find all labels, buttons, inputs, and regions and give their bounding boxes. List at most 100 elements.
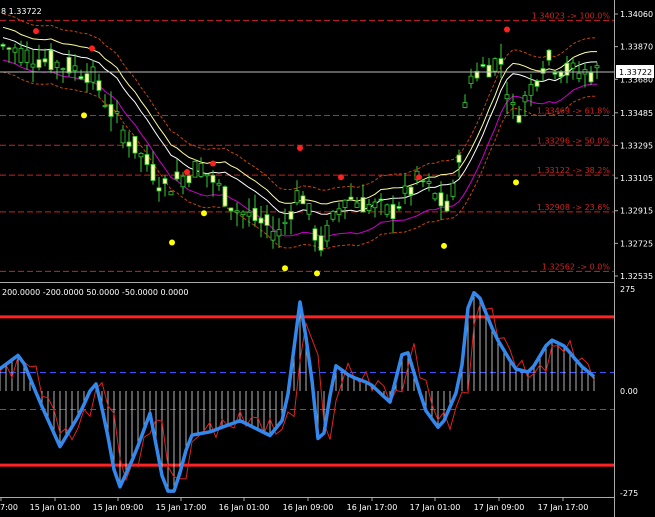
candle-body xyxy=(402,185,408,194)
candle-body xyxy=(138,152,144,158)
candle-body xyxy=(378,198,384,201)
fractal-down xyxy=(314,270,320,277)
fractal-down xyxy=(201,210,207,217)
candle-body xyxy=(516,114,522,123)
time-tick-label: 16 Jan 01:00 xyxy=(219,503,270,512)
candle-body xyxy=(522,95,528,103)
candle-body xyxy=(486,64,492,78)
price-tick-label: 1.33105 xyxy=(620,174,653,183)
fractal-up xyxy=(89,45,95,52)
candle-body xyxy=(276,229,282,237)
candle-body xyxy=(108,104,114,117)
candle-body xyxy=(396,206,402,209)
trading-chart[interactable]: 1.34023 -> 100.0% 1.33469 -> 61.8% 1.33296… xyxy=(0,0,655,517)
candle-body xyxy=(342,199,348,208)
candle-body xyxy=(144,154,150,165)
candle-body xyxy=(36,59,42,68)
candle-body xyxy=(372,201,378,209)
candle-body xyxy=(270,230,276,241)
time-tick-label: 15 Jan 09:00 xyxy=(93,503,144,512)
candle-body xyxy=(168,191,174,196)
price-tick-label: 1.33295 xyxy=(620,141,653,150)
candle-body xyxy=(576,72,582,79)
candle-body xyxy=(42,58,48,63)
time-tick-label: 15 Jan 17:00 xyxy=(156,503,207,512)
fractal-up xyxy=(210,160,216,167)
candle-body xyxy=(252,207,258,221)
candle-body xyxy=(528,84,534,96)
candle-body xyxy=(72,65,78,72)
fibo-label: 1.33469 -> 61.8% xyxy=(537,107,611,116)
candle-body xyxy=(288,211,294,220)
candle-body xyxy=(306,203,312,215)
candle-body xyxy=(246,211,252,217)
candle-body xyxy=(132,136,138,154)
indicator-tick-label: -275 xyxy=(620,489,638,498)
candle-body xyxy=(120,129,126,144)
candle-body xyxy=(534,80,540,87)
candle-body xyxy=(336,208,342,215)
price-tick-label: 1.32535 xyxy=(620,272,653,281)
candle-body xyxy=(162,178,168,185)
candle-body xyxy=(210,174,216,183)
candle-body xyxy=(594,65,600,69)
candle-body xyxy=(240,211,246,216)
candle-body xyxy=(456,154,462,163)
candle-body xyxy=(150,164,156,181)
candle-body xyxy=(0,44,6,47)
time-tick-label: 16 Jan 17:00 xyxy=(347,503,398,512)
candle-body xyxy=(492,58,498,72)
candle-body xyxy=(408,186,414,196)
fractal-down xyxy=(81,112,87,119)
candle-body xyxy=(366,203,372,211)
candle-body xyxy=(258,217,264,224)
candle-body xyxy=(294,190,300,204)
candle-body xyxy=(564,62,570,76)
fractal-up xyxy=(184,169,190,176)
indicator-title: 200.0000 -200.0000 50.0000 -50.0000 0.00… xyxy=(2,288,188,297)
candle-body xyxy=(84,73,90,83)
fractal-down xyxy=(441,242,447,249)
time-tick-label: 17 Jan 17:00 xyxy=(538,503,589,512)
candle-body xyxy=(12,47,18,53)
candle-body xyxy=(588,72,594,83)
candle-body xyxy=(546,49,552,61)
current-price-label: 1.33722 xyxy=(619,68,652,77)
time-tick-label: 7:00 xyxy=(0,503,18,512)
candle-body xyxy=(54,61,60,68)
candle-body xyxy=(390,204,396,220)
candle-body xyxy=(48,49,54,71)
fractal-down xyxy=(169,239,175,246)
candle-body xyxy=(126,141,132,147)
candle-body xyxy=(504,94,510,100)
candle-body xyxy=(192,160,198,178)
candle-body xyxy=(360,197,366,213)
candle-body xyxy=(348,196,354,200)
candle-body xyxy=(384,204,390,215)
price-tick-label: 1.34060 xyxy=(620,10,653,19)
candle-body xyxy=(330,210,336,220)
indicator-tick-label: 0.00 xyxy=(620,387,638,396)
fractal-up xyxy=(33,28,39,35)
candle-body xyxy=(300,195,306,205)
candle-body xyxy=(324,224,330,242)
candle-body xyxy=(78,76,84,80)
candle-body xyxy=(312,228,318,241)
candle-body xyxy=(18,47,24,63)
price-tick-label: 1.32915 xyxy=(620,207,653,216)
price-axis: 1.340601.338701.336801.334851.332951.331… xyxy=(614,10,653,281)
fibo-label: 1.33296 -> 50.0% xyxy=(537,136,611,145)
fractal-up xyxy=(416,174,422,181)
fibo-label: 1.32908 -> 23.6% xyxy=(537,203,611,212)
candle-body xyxy=(462,102,468,108)
time-tick-label: 17 Jan 09:00 xyxy=(474,503,525,512)
candle-body xyxy=(60,68,66,70)
price-tick-label: 1.33870 xyxy=(620,43,653,52)
candle-body xyxy=(510,102,516,106)
candle-body xyxy=(180,175,186,188)
fractal-up xyxy=(338,174,344,181)
candle-body xyxy=(468,75,474,84)
candle-body xyxy=(354,202,360,208)
candle-body xyxy=(264,214,270,226)
candle-body xyxy=(552,72,558,75)
